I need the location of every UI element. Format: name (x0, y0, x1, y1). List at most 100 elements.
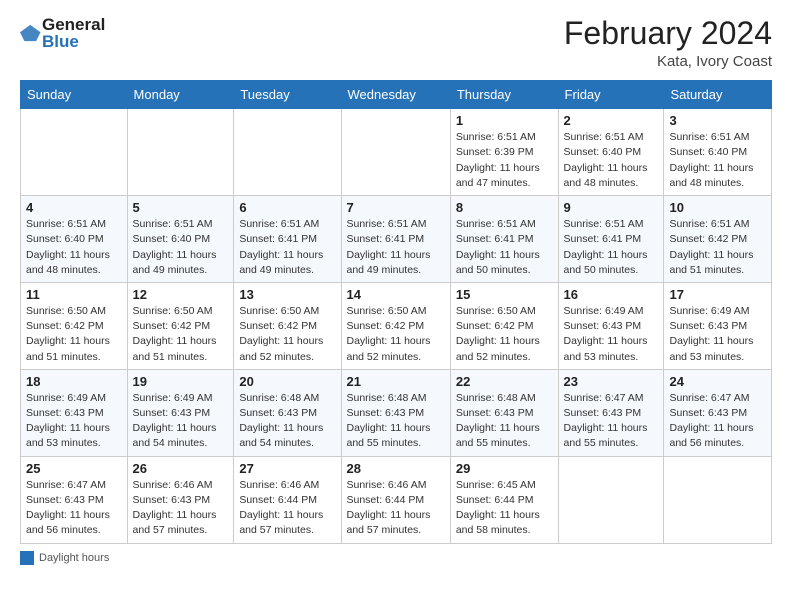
calendar-cell: 29 Sunrise: 6:45 AM Sunset: 6:44 PM Dayli… (450, 456, 558, 543)
day-info: Sunrise: 6:45 AM Sunset: 6:44 PM Dayligh… (456, 478, 553, 539)
day-info: Sunrise: 6:47 AM Sunset: 6:43 PM Dayligh… (669, 391, 766, 452)
logo-blue: Blue (42, 33, 105, 50)
header-thursday: Thursday (450, 81, 558, 109)
calendar-cell: 9 Sunrise: 6:51 AM Sunset: 6:41 PM Daylig… (558, 196, 664, 283)
calendar-cell: 16 Sunrise: 6:49 AM Sunset: 6:43 PM Dayli… (558, 282, 664, 369)
header: General Blue February 2024 Kata, Ivory C… (20, 16, 772, 70)
day-info: Sunrise: 6:46 AM Sunset: 6:44 PM Dayligh… (239, 478, 335, 539)
day-info: Sunrise: 6:49 AM Sunset: 6:43 PM Dayligh… (669, 304, 766, 365)
subtitle: Kata, Ivory Coast (564, 53, 772, 70)
day-info: Sunrise: 6:48 AM Sunset: 6:43 PM Dayligh… (347, 391, 445, 452)
logo-icon (20, 22, 42, 44)
day-info: Sunrise: 6:49 AM Sunset: 6:43 PM Dayligh… (564, 304, 659, 365)
day-number: 9 (564, 200, 659, 215)
calendar-cell (21, 109, 128, 196)
day-number: 7 (347, 200, 445, 215)
day-info: Sunrise: 6:49 AM Sunset: 6:43 PM Dayligh… (133, 391, 229, 452)
calendar-cell: 13 Sunrise: 6:50 AM Sunset: 6:42 PM Dayli… (234, 282, 341, 369)
day-info: Sunrise: 6:50 AM Sunset: 6:42 PM Dayligh… (456, 304, 553, 365)
day-info: Sunrise: 6:50 AM Sunset: 6:42 PM Dayligh… (133, 304, 229, 365)
day-info: Sunrise: 6:51 AM Sunset: 6:40 PM Dayligh… (669, 130, 766, 191)
day-info: Sunrise: 6:48 AM Sunset: 6:43 PM Dayligh… (456, 391, 553, 452)
day-number: 13 (239, 287, 335, 302)
day-number: 14 (347, 287, 445, 302)
day-number: 12 (133, 287, 229, 302)
header-monday: Monday (127, 81, 234, 109)
day-info: Sunrise: 6:47 AM Sunset: 6:43 PM Dayligh… (564, 391, 659, 452)
day-number: 6 (239, 200, 335, 215)
calendar-cell: 21 Sunrise: 6:48 AM Sunset: 6:43 PM Dayli… (341, 369, 450, 456)
calendar-table: SundayMondayTuesdayWednesdayThursdayFrid… (20, 80, 772, 543)
calendar-cell: 3 Sunrise: 6:51 AM Sunset: 6:40 PM Daylig… (664, 109, 772, 196)
calendar-cell: 25 Sunrise: 6:47 AM Sunset: 6:43 PM Dayli… (21, 456, 128, 543)
day-info: Sunrise: 6:48 AM Sunset: 6:43 PM Dayligh… (239, 391, 335, 452)
day-number: 1 (456, 113, 553, 128)
calendar-cell (234, 109, 341, 196)
day-number: 16 (564, 287, 659, 302)
day-number: 11 (26, 287, 122, 302)
calendar-week-1: 1Sunrise: 6:51 AM Sunset: 6:39 PM Daylig… (21, 109, 772, 196)
calendar-week-3: 11 Sunrise: 6:50 AM Sunset: 6:42 PM Dayli… (21, 282, 772, 369)
day-info: Sunrise: 6:50 AM Sunset: 6:42 PM Dayligh… (239, 304, 335, 365)
calendar-cell: 17 Sunrise: 6:49 AM Sunset: 6:43 PM Dayli… (664, 282, 772, 369)
calendar-cell: 18Sunrise: 6:49 AM Sunset: 6:43 PM Dayli… (21, 369, 128, 456)
day-info: Sunrise: 6:50 AM Sunset: 6:42 PM Dayligh… (347, 304, 445, 365)
calendar-cell: 27 Sunrise: 6:46 AM Sunset: 6:44 PM Dayli… (234, 456, 341, 543)
main-title: February 2024 (564, 16, 772, 51)
calendar-cell: 26Sunrise: 6:46 AM Sunset: 6:43 PM Dayli… (127, 456, 234, 543)
calendar-cell (127, 109, 234, 196)
calendar-cell: 8Sunrise: 6:51 AM Sunset: 6:41 PM Daylig… (450, 196, 558, 283)
calendar-cell: 2 Sunrise: 6:51 AM Sunset: 6:40 PM Daylig… (558, 109, 664, 196)
day-number: 3 (669, 113, 766, 128)
header-wednesday: Wednesday (341, 81, 450, 109)
logo: General Blue (20, 16, 105, 50)
day-info: Sunrise: 6:51 AM Sunset: 6:41 PM Dayligh… (564, 217, 659, 278)
footer-box-icon (20, 551, 34, 565)
calendar-header-row: SundayMondayTuesdayWednesdayThursdayFrid… (21, 81, 772, 109)
day-number: 15 (456, 287, 553, 302)
calendar-cell: 15 Sunrise: 6:50 AM Sunset: 6:42 PM Dayli… (450, 282, 558, 369)
day-number: 10 (669, 200, 766, 215)
day-number: 23 (564, 374, 659, 389)
calendar-cell: 11 Sunrise: 6:50 AM Sunset: 6:42 PM Dayli… (21, 282, 128, 369)
header-friday: Friday (558, 81, 664, 109)
day-number: 21 (347, 374, 445, 389)
calendar-cell (664, 456, 772, 543)
logo-general: General (42, 16, 105, 33)
calendar-cell: 19 Sunrise: 6:49 AM Sunset: 6:43 PM Dayli… (127, 369, 234, 456)
day-info: Sunrise: 6:46 AM Sunset: 6:44 PM Dayligh… (347, 478, 445, 539)
day-number: 19 (133, 374, 229, 389)
calendar-cell: 10 Sunrise: 6:51 AM Sunset: 6:42 PM Dayli… (664, 196, 772, 283)
day-number: 4 (26, 200, 122, 215)
day-number: 25 (26, 461, 122, 476)
day-number: 28 (347, 461, 445, 476)
day-info: Sunrise: 6:51 AM Sunset: 6:42 PM Dayligh… (669, 217, 766, 278)
calendar-cell: 24Sunrise: 6:47 AM Sunset: 6:43 PM Dayli… (664, 369, 772, 456)
day-number: 17 (669, 287, 766, 302)
calendar-week-4: 18 Sunrise: 6:49 AM Sunset: 6:43 PM Dayli… (21, 369, 772, 456)
day-number: 2 (564, 113, 659, 128)
day-info: Sunrise: 6:50 AM Sunset: 6:42 PM Dayligh… (26, 304, 122, 365)
header-tuesday: Tuesday (234, 81, 341, 109)
day-info: Sunrise: 6:51 AM Sunset: 6:40 PM Dayligh… (26, 217, 122, 278)
day-info: Sunrise: 6:51 AM Sunset: 6:40 PM Dayligh… (564, 130, 659, 191)
calendar-cell: 23 Sunrise: 6:47 AM Sunset: 6:43 PM Dayli… (558, 369, 664, 456)
header-sunday: Sunday (21, 81, 128, 109)
calendar-cell: 4 Sunrise: 6:51 AM Sunset: 6:40 PM Daylig… (21, 196, 128, 283)
header-saturday: Saturday (664, 81, 772, 109)
day-number: 20 (239, 374, 335, 389)
calendar-cell: 6Sunrise: 6:51 AM Sunset: 6:41 PM Daylig… (234, 196, 341, 283)
calendar-cell: 14 Sunrise: 6:50 AM Sunset: 6:42 PM Dayli… (341, 282, 450, 369)
day-number: 5 (133, 200, 229, 215)
day-number: 26 (133, 461, 229, 476)
footer-daylight-item: Daylight hours (20, 551, 109, 565)
calendar-cell: 22Sunrise: 6:48 AM Sunset: 6:43 PM Dayli… (450, 369, 558, 456)
calendar-week-2: 4 Sunrise: 6:51 AM Sunset: 6:40 PM Daylig… (21, 196, 772, 283)
day-number: 18 (26, 374, 122, 389)
title-block: February 2024 Kata, Ivory Coast (564, 16, 772, 70)
day-info: Sunrise: 6:47 AM Sunset: 6:43 PM Dayligh… (26, 478, 122, 539)
calendar-cell: 1Sunrise: 6:51 AM Sunset: 6:39 PM Daylig… (450, 109, 558, 196)
day-number: 27 (239, 461, 335, 476)
day-info: Sunrise: 6:51 AM Sunset: 6:41 PM Dayligh… (456, 217, 553, 278)
day-number: 29 (456, 461, 553, 476)
